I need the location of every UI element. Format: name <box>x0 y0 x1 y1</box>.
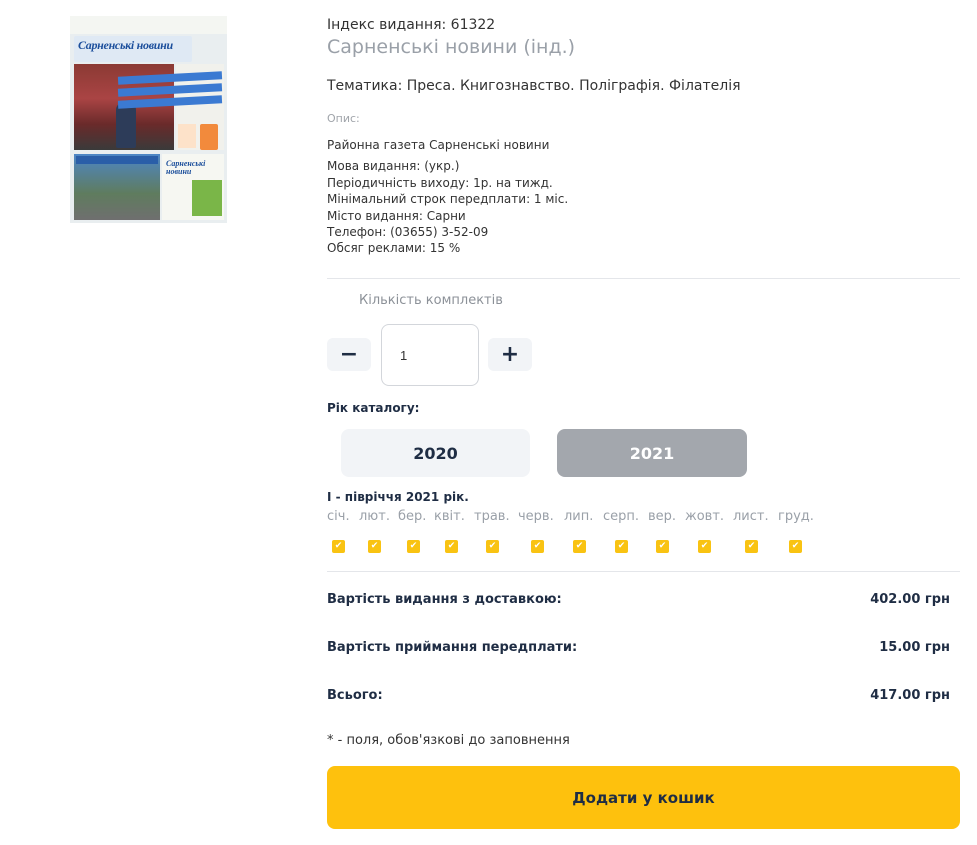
description-title: Районна газета Сарненські новини <box>327 138 550 152</box>
period-title: I - півріччя 2021 рік. <box>327 490 469 504</box>
month-checkbox[interactable]: ✔ <box>445 540 458 553</box>
month-label: лист. <box>733 509 769 524</box>
month-label: квіт. <box>434 509 465 524</box>
publication-title: Сарненські новини (інд.) <box>327 36 576 58</box>
catalog-year-label: Рік каталогу: <box>327 401 420 415</box>
detail-phone: Телефон: (03655) 3-52-09 <box>327 225 489 240</box>
month-checkbox[interactable]: ✔ <box>368 540 381 553</box>
month-checkbox[interactable]: ✔ <box>745 540 758 553</box>
cover-bottom-headline <box>76 156 158 164</box>
month-label: груд. <box>778 509 814 524</box>
price-acceptance-value: 15.00 грн <box>879 640 950 655</box>
price-delivery-label: Вартість видання з доставкою: <box>327 592 562 607</box>
month-label: серп. <box>603 509 640 524</box>
cover-side-phone <box>200 124 218 150</box>
month-checkbox[interactable]: ✔ <box>486 540 499 553</box>
month-checkbox[interactable]: ✔ <box>573 540 586 553</box>
minus-icon: − <box>339 342 359 367</box>
price-total-label: Всього: <box>327 688 383 703</box>
month-label: лип. <box>564 509 594 524</box>
month-label: бер. <box>398 509 427 524</box>
year-2021-button[interactable]: 2021 <box>557 429 747 477</box>
required-fields-note: * - поля, обов'язкові до заповнення <box>327 733 570 748</box>
divider <box>327 278 960 279</box>
price-delivery-value: 402.00 грн <box>870 592 950 607</box>
month-label: трав. <box>474 509 510 524</box>
detail-ads-volume: Обсяг реклами: 15 % <box>327 241 461 256</box>
price-acceptance-label: Вартість приймання передплати: <box>327 640 578 655</box>
month-checkbox[interactable]: ✔ <box>789 540 802 553</box>
year-2020-button[interactable]: 2020 <box>341 429 530 477</box>
cover-side-document <box>178 124 196 148</box>
month-checkbox[interactable]: ✔ <box>656 540 669 553</box>
price-total-value: 417.00 грн <box>870 688 950 703</box>
newspaper-cover-image: Сарненські новини Сарненські новини <box>70 16 227 223</box>
cover-top-strip <box>70 16 227 34</box>
month-label: вер. <box>648 509 677 524</box>
month-checkbox[interactable]: ✔ <box>698 540 711 553</box>
quantity-increase-button[interactable]: + <box>488 338 532 371</box>
cover-photo-person <box>116 102 136 148</box>
detail-language: Мова видання: (укр.) <box>327 159 460 174</box>
description-block: Районна газета Сарненські новини Мова ви… <box>327 137 568 257</box>
detail-min-term: Мінімальний строк передплати: 1 міс. <box>327 192 569 207</box>
cover-inset-masthead: Сарненські новини <box>166 159 206 176</box>
add-to-cart-button[interactable]: Додати у кошик <box>327 766 960 829</box>
publication-index: Індекс видання: 61322 <box>327 17 496 33</box>
month-checkbox[interactable]: ✔ <box>531 540 544 553</box>
month-checkbox[interactable]: ✔ <box>332 540 345 553</box>
month-label: жовт. <box>685 509 725 524</box>
divider <box>327 571 960 572</box>
quantity-decrease-button[interactable]: − <box>327 338 371 371</box>
publication-theme: Тематика: Преса. Книгознавство. Поліграф… <box>327 78 741 94</box>
detail-city: Місто видання: Сарни <box>327 208 466 223</box>
cover-masthead: Сарненські новини <box>78 38 173 52</box>
month-checkbox[interactable]: ✔ <box>615 540 628 553</box>
cover-inset-ad <box>192 180 222 216</box>
month-label: січ. <box>327 509 350 524</box>
detail-frequency: Періодичність виходу: 1р. на тижд. <box>327 175 553 190</box>
month-label: лют. <box>359 509 390 524</box>
quantity-label: Кількість комплектів <box>359 293 503 308</box>
month-label: черв. <box>518 509 554 524</box>
month-checkbox[interactable]: ✔ <box>407 540 420 553</box>
plus-icon: + <box>500 342 520 367</box>
quantity-input[interactable] <box>381 324 479 386</box>
description-label: Опис: <box>327 112 360 125</box>
